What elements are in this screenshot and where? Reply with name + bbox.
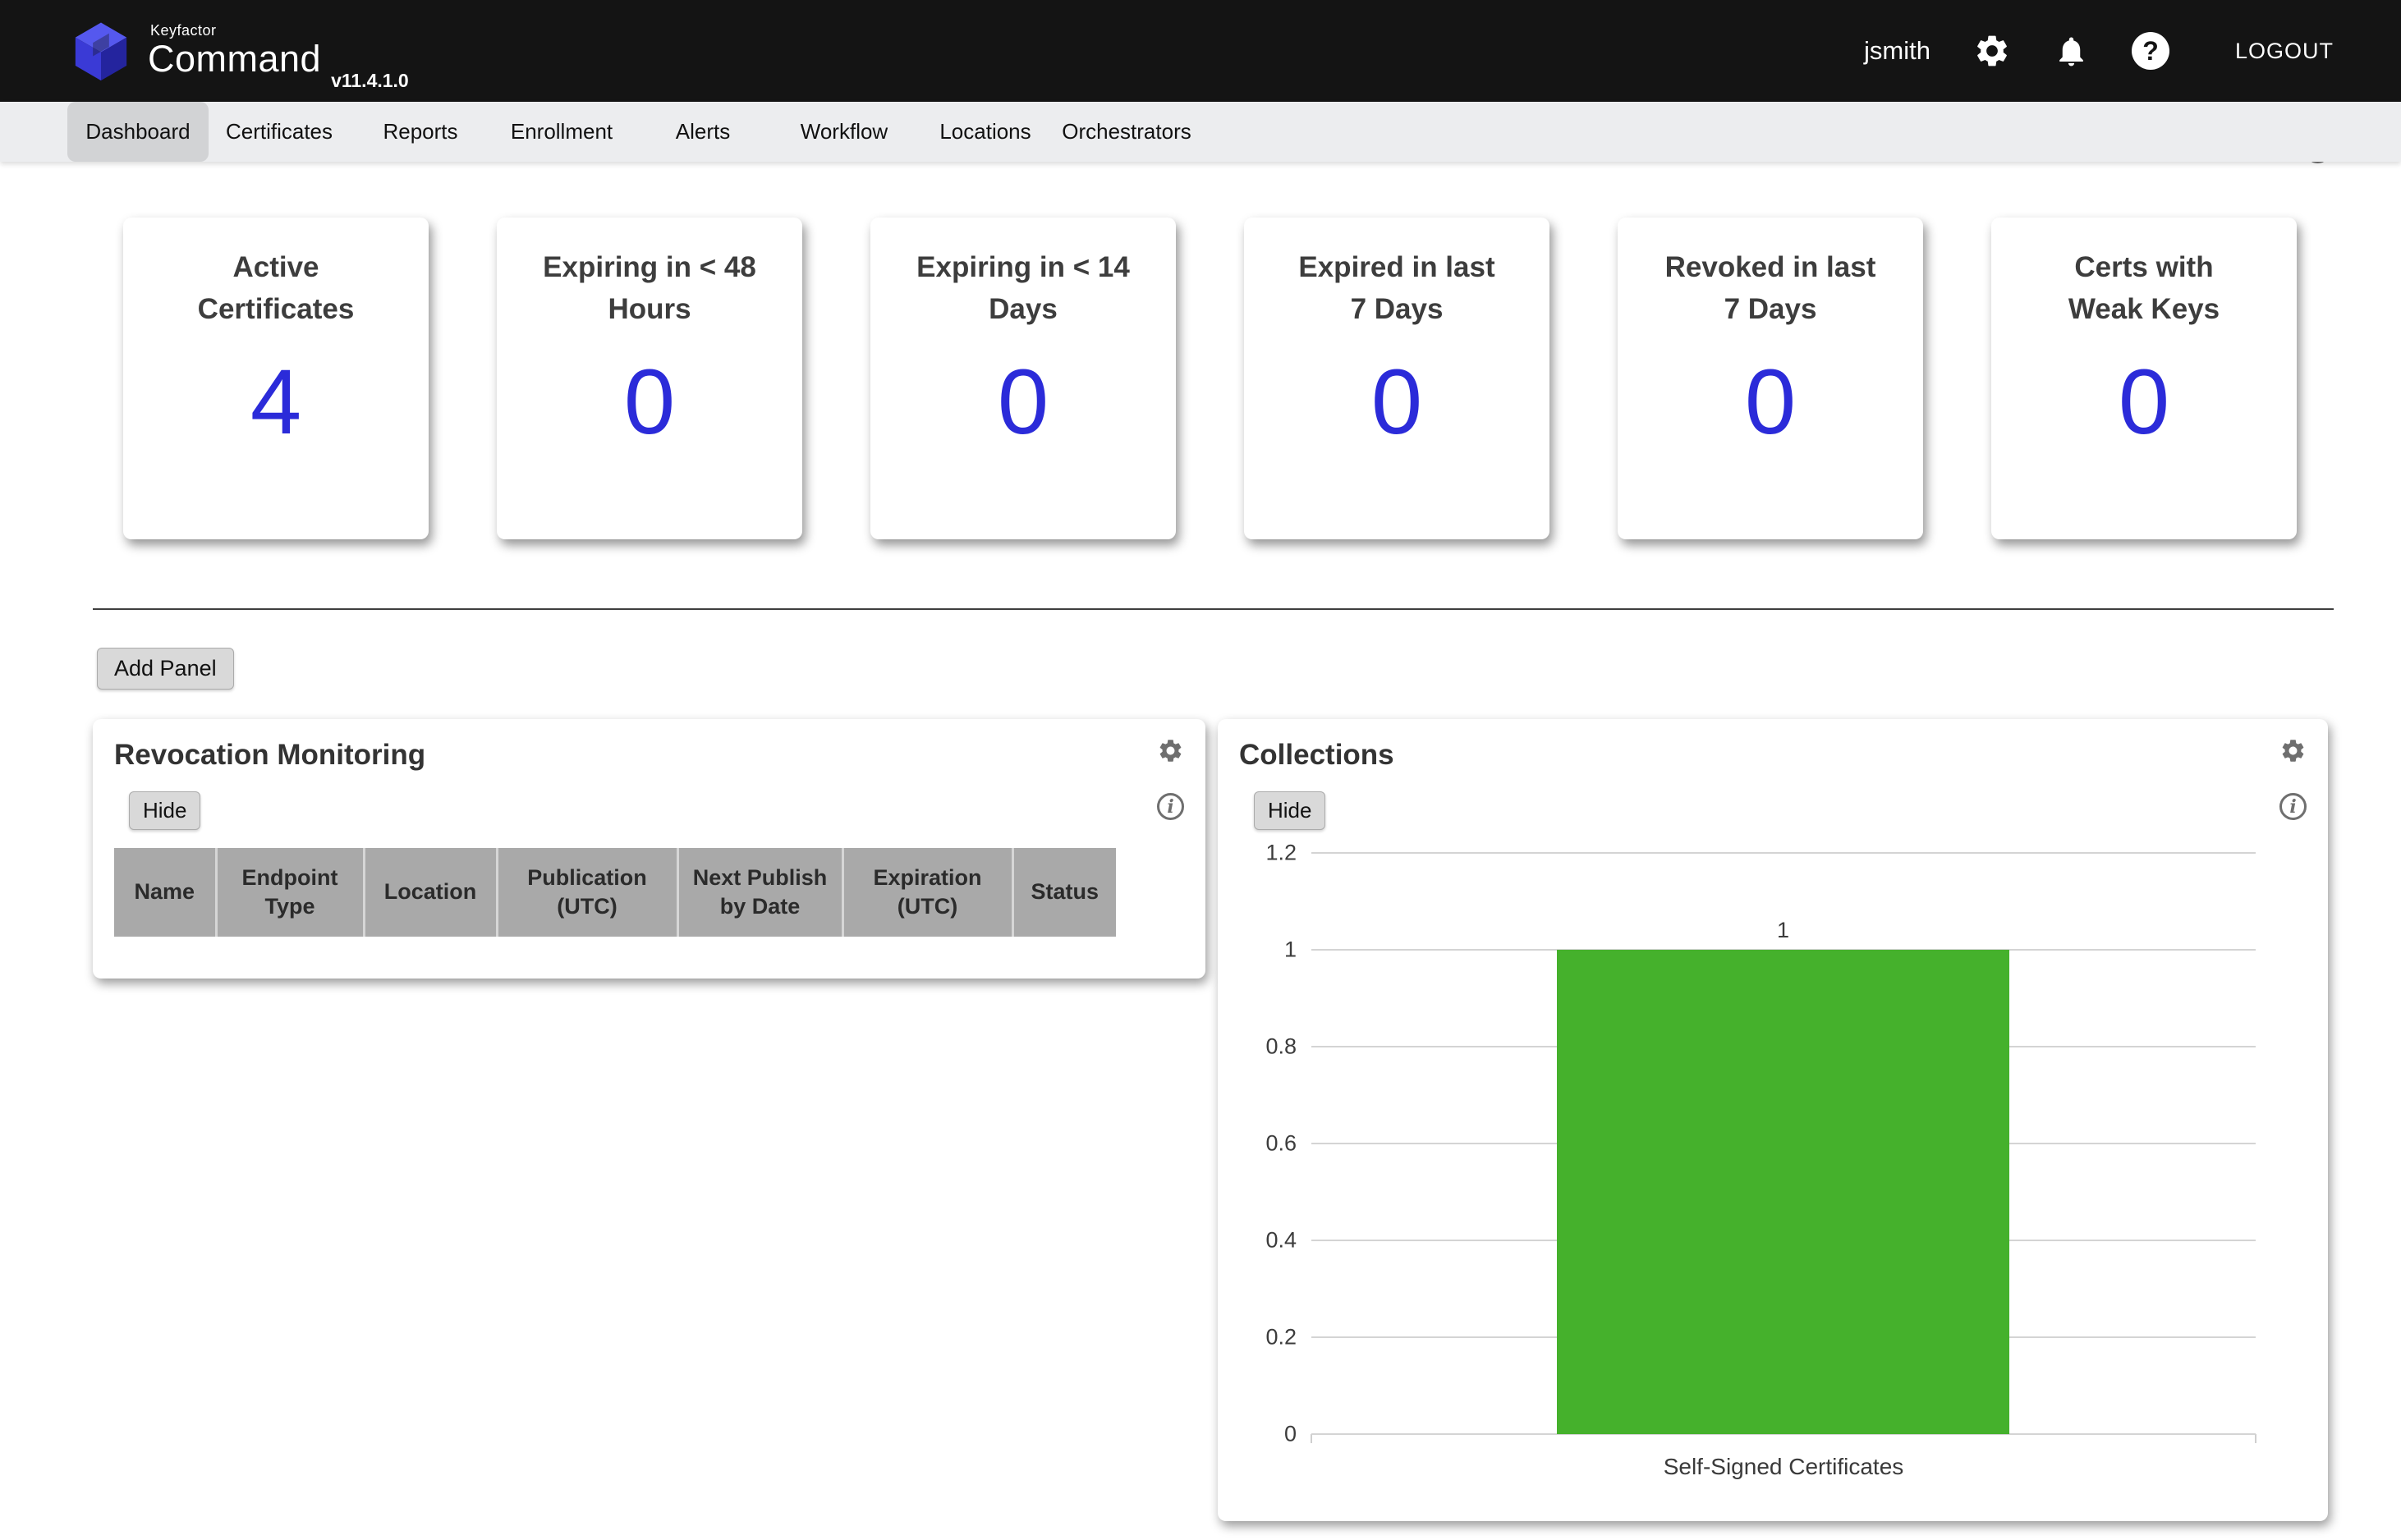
- panel-settings-gear-icon[interactable]: [1157, 737, 1184, 764]
- keyfactor-logo[interactable]: [67, 17, 135, 85]
- x-axis-tick: [2255, 1434, 2256, 1443]
- card-value: 0: [870, 349, 1176, 455]
- tab-workflow[interactable]: Workflow: [774, 102, 915, 162]
- dashboard-content: Active Certificates 4 Expiring in < 48 H…: [0, 162, 2401, 1521]
- add-panel-button[interactable]: Add Panel: [97, 648, 234, 690]
- brand-command: Command: [148, 38, 321, 80]
- y-axis-tick-label: 0.2: [1244, 1325, 1297, 1350]
- card-title: Active Certificates: [168, 247, 383, 331]
- panels-row: Revocation Monitoring Hide Name Endpoint…: [93, 719, 2401, 1521]
- help-icon[interactable]: [2132, 32, 2169, 70]
- bar-self-signed[interactable]: [1557, 950, 2009, 1434]
- column-header-name[interactable]: Name: [114, 848, 216, 937]
- y-axis-tick-label: 0.8: [1244, 1034, 1297, 1060]
- brand-keyfactor: Keyfactor: [150, 22, 321, 39]
- card-value: 0: [1618, 349, 1923, 455]
- version-label: v11.4.1.0: [331, 70, 409, 92]
- card-expiring-48-hours: Expiring in < 48 Hours 0: [497, 218, 802, 539]
- x-axis-tick: [1311, 1434, 1312, 1443]
- card-value: 4: [123, 349, 429, 455]
- revocation-table: Name Endpoint Type Location Publication …: [114, 848, 1116, 937]
- chart-gridline: [1311, 852, 2256, 854]
- y-axis-tick-label: 1.2: [1244, 841, 1297, 866]
- column-header-next-publish[interactable]: Next Publish by Date: [677, 848, 842, 937]
- column-header-location[interactable]: Location: [364, 848, 497, 937]
- collections-panel: Collections Hide 1 Self-Signed Certifica…: [1218, 719, 2328, 1521]
- panel-title: Collections: [1239, 739, 2307, 772]
- card-weak-keys: Certs with Weak Keys 0: [1991, 218, 2297, 539]
- stat-cards-row: Active Certificates 4 Expiring in < 48 H…: [0, 162, 2401, 539]
- tab-reports[interactable]: Reports: [350, 102, 491, 162]
- x-category-label: Self-Signed Certificates: [1311, 1454, 2256, 1480]
- column-header-endpoint-type[interactable]: Endpoint Type: [216, 848, 364, 937]
- card-title: Certs with Weak Keys: [2036, 247, 2252, 331]
- y-axis-tick-label: 0.4: [1244, 1228, 1297, 1254]
- card-title: Expiring in < 48 Hours: [542, 247, 757, 331]
- card-expiring-14-days: Expiring in < 14 Days 0: [870, 218, 1176, 539]
- card-value: 0: [1244, 349, 1549, 455]
- card-title: Expiring in < 14 Days: [916, 247, 1131, 331]
- panel-info-icon[interactable]: [2279, 793, 2307, 820]
- tab-certificates[interactable]: Certificates: [209, 102, 350, 162]
- table-header-row: Name Endpoint Type Location Publication …: [114, 848, 1116, 937]
- notifications-bell-icon[interactable]: [2054, 34, 2089, 69]
- tab-dashboard[interactable]: Dashboard: [67, 102, 209, 162]
- card-expired-7-days: Expired in last 7 Days 0: [1244, 218, 1549, 539]
- panel-title: Revocation Monitoring: [114, 739, 1184, 772]
- collections-chart-plot: 1 Self-Signed Certificates 1.210.80.60.4…: [1311, 853, 2256, 1434]
- collections-chart: 1 Self-Signed Certificates 1.210.80.60.4…: [1239, 853, 2307, 1501]
- username-menu[interactable]: jsmith: [1864, 36, 1930, 66]
- card-title: Expired in last 7 Days: [1289, 247, 1504, 331]
- header-actions: jsmith LOGOUT: [1864, 32, 2334, 70]
- settings-gear-icon[interactable]: [1973, 32, 2011, 70]
- bar-value-label: 1: [1557, 918, 2009, 943]
- revocation-monitoring-panel: Revocation Monitoring Hide Name Endpoint…: [93, 719, 1205, 979]
- column-header-expiration-utc[interactable]: Expiration (UTC): [842, 848, 1012, 937]
- main-nav: Dashboard Certificates Reports Enrollmen…: [0, 102, 2401, 162]
- card-value: 0: [1991, 349, 2297, 455]
- hide-button[interactable]: Hide: [129, 791, 200, 830]
- tab-orchestrators[interactable]: Orchestrators: [1056, 102, 1197, 162]
- y-axis-tick-label: 1: [1244, 937, 1297, 963]
- logout-button[interactable]: LOGOUT: [2235, 39, 2334, 64]
- tab-enrollment[interactable]: Enrollment: [491, 102, 632, 162]
- brand: Keyfactor Command: [148, 22, 321, 80]
- tab-alerts[interactable]: Alerts: [632, 102, 774, 162]
- hide-button[interactable]: Hide: [1254, 791, 1325, 830]
- tab-locations[interactable]: Locations: [915, 102, 1056, 162]
- app-header: Keyfactor Command v11.4.1.0 jsmith LOGOU…: [0, 0, 2401, 102]
- column-header-status[interactable]: Status: [1012, 848, 1116, 937]
- y-axis-tick-label: 0: [1244, 1422, 1297, 1447]
- card-revoked-7-days: Revoked in last 7 Days 0: [1618, 218, 1923, 539]
- card-title: Revoked in last 7 Days: [1663, 247, 1878, 331]
- panel-info-icon[interactable]: [1157, 793, 1184, 820]
- section-divider: [93, 608, 2334, 610]
- column-header-publication-utc[interactable]: Publication (UTC): [497, 848, 677, 937]
- panel-settings-gear-icon[interactable]: [2279, 737, 2307, 764]
- card-active-certificates: Active Certificates 4: [123, 218, 429, 539]
- card-value: 0: [497, 349, 802, 455]
- y-axis-tick-label: 0.6: [1244, 1131, 1297, 1157]
